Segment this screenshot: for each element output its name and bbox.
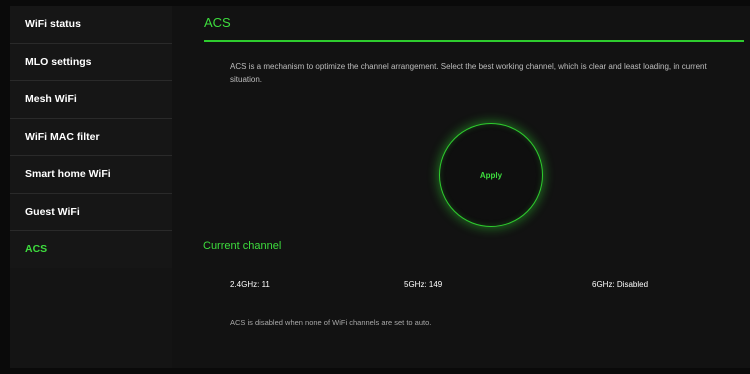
sidebar-item-label: MLO settings: [25, 55, 92, 68]
sidebar-item-smart-home-wifi[interactable]: Smart home WiFi: [10, 156, 172, 194]
sidebar-item-mesh-wifi[interactable]: Mesh WiFi: [10, 81, 172, 119]
sidebar-item-label: WiFi status: [25, 18, 81, 31]
channel-5ghz: 5GHz: 149: [404, 280, 443, 289]
acs-description: ACS is a mechanism to optimize the chann…: [230, 62, 707, 84]
sidebar-item-label: Guest WiFi: [25, 205, 80, 218]
apply-button-label: Apply: [479, 170, 503, 180]
sidebar-item-label: WiFi MAC filter: [25, 130, 100, 143]
page-title: ACS: [204, 15, 231, 30]
page-header: ACS: [204, 14, 744, 42]
apply-button-wrapper: Apply: [439, 123, 543, 227]
sidebar-item-mlo-settings[interactable]: MLO settings: [10, 44, 172, 81]
sidebar-item-label: ACS: [25, 243, 48, 256]
channel-6ghz: 6GHz: Disabled: [592, 280, 649, 289]
sidebar-item-guest-wifi[interactable]: Guest WiFi: [10, 194, 172, 231]
current-channel-heading: Current channel: [203, 240, 282, 252]
apply-button[interactable]: Apply: [439, 123, 543, 227]
sidebar-item-wifi-status[interactable]: WiFi status: [10, 6, 172, 44]
channel-2-4ghz: 2.4GHz: 11: [230, 280, 270, 289]
sidebar: WiFi status MLO settings Mesh WiFi WiFi …: [10, 6, 172, 368]
acs-disabled-note: ACS is disabled when none of WiFi channe…: [230, 318, 432, 327]
sidebar-empty-area: [10, 268, 172, 368]
sidebar-item-wifi-mac-filter[interactable]: WiFi MAC filter: [10, 119, 172, 156]
main-panel: ACS ACS is a mechanism to optimize the c…: [172, 6, 750, 368]
sidebar-item-acs[interactable]: ACS: [10, 231, 172, 269]
sidebar-item-label: Smart home WiFi: [25, 168, 111, 181]
sidebar-item-label: Mesh WiFi: [25, 93, 77, 106]
